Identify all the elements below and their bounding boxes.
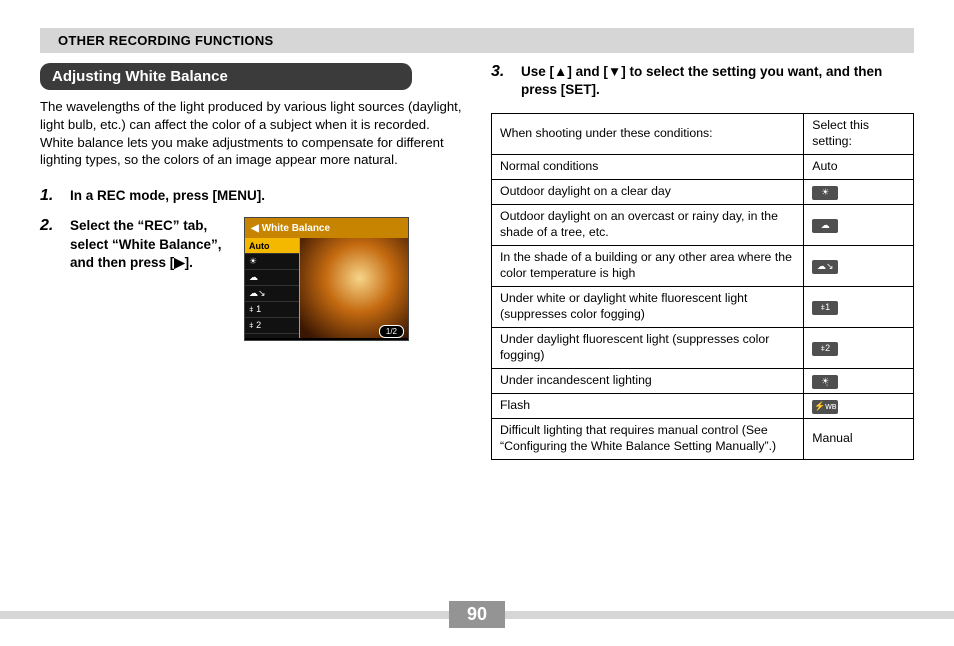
condition-cell: Difficult lighting that requires manual … xyxy=(492,419,804,460)
content-columns: Adjusting White Balance The wavelengths … xyxy=(40,63,914,460)
table-row: In the shade of a building or any other … xyxy=(492,246,914,287)
left-column: Adjusting White Balance The wavelengths … xyxy=(40,63,463,460)
table-header-row: When shooting under these conditions: Se… xyxy=(492,114,914,155)
step-number: 1. xyxy=(40,187,60,205)
left-arrow-icon: ◀ xyxy=(251,223,259,234)
footer-line-right xyxy=(505,611,954,619)
intro-paragraph: The wavelengths of the light produced by… xyxy=(40,98,463,169)
screenshot-title: White Balance xyxy=(262,223,330,234)
wb-option: ⧧ 1 xyxy=(245,302,299,318)
manual-page: OTHER RECORDING FUNCTIONS Adjusting Whit… xyxy=(0,0,954,646)
section-header: OTHER RECORDING FUNCTIONS xyxy=(40,28,914,53)
step-text: Select the “REC” tab, select “White Bala… xyxy=(70,217,230,272)
table-row: Outdoor daylight on a clear day ☀ xyxy=(492,180,914,205)
table-row: Normal conditionsAuto xyxy=(492,155,914,180)
screenshot-title-bar: ◀ White Balance xyxy=(245,218,408,238)
right-column: 3. Use [▲] and [▼] to select the setting… xyxy=(491,63,914,460)
setting-cell: ☀̣ xyxy=(804,369,914,394)
setting-cell: ⚡ᴡʙ xyxy=(804,394,914,419)
topic-title: Adjusting White Balance xyxy=(40,63,412,90)
step-list: 1. In a REC mode, press [MENU]. 2. Selec… xyxy=(40,187,463,341)
condition-cell: In the shade of a building or any other … xyxy=(492,246,804,287)
setting-icon: ☁↘ xyxy=(812,260,838,274)
step-1: 1. In a REC mode, press [MENU]. xyxy=(40,187,463,205)
condition-cell: Outdoor daylight on an overcast or rainy… xyxy=(492,205,804,246)
page-footer: 90 xyxy=(0,601,954,628)
wb-option: ⧧ 2 xyxy=(245,318,299,334)
wb-option: ☀ xyxy=(245,254,299,270)
table-row: Difficult lighting that requires manual … xyxy=(492,419,914,460)
step-number: 2. xyxy=(40,217,60,341)
setting-icon: ⚡ᴡʙ xyxy=(812,400,838,414)
table-header-setting: Select this setting: xyxy=(804,114,914,155)
condition-cell: Under daylight fluorescent light (suppre… xyxy=(492,328,804,369)
step-text: In a REC mode, press [MENU]. xyxy=(70,187,463,205)
setting-cell: Manual xyxy=(804,419,914,460)
condition-cell: Outdoor daylight on a clear day xyxy=(492,180,804,205)
setting-icon: ⧧2 xyxy=(812,342,838,356)
setting-cell: ⧧2 xyxy=(804,328,914,369)
camera-screenshot: ◀ White Balance Auto ☀ ☁ ☁↘ ⧧ 1 xyxy=(244,217,409,341)
table-row: Under white or daylight white fluorescen… xyxy=(492,287,914,328)
wb-menu: Auto ☀ ☁ ☁↘ ⧧ 1 ⧧ 2 xyxy=(245,238,300,338)
setting-cell: ☁ xyxy=(804,205,914,246)
wb-settings-table-wrap: When shooting under these conditions: Se… xyxy=(491,113,914,460)
page-indicator: 1/2 xyxy=(379,325,404,338)
setting-cell: ⧧1 xyxy=(804,287,914,328)
condition-cell: Under white or daylight white fluorescen… xyxy=(492,287,804,328)
step-2: 2. Select the “REC” tab, select “White B… xyxy=(40,217,463,341)
footer-line-left xyxy=(0,611,449,619)
wb-settings-table: When shooting under these conditions: Se… xyxy=(491,113,914,460)
table-row: Under daylight fluorescent light (suppre… xyxy=(492,328,914,369)
step-3: 3. Use [▲] and [▼] to select the setting… xyxy=(491,63,914,99)
table-header-condition: When shooting under these conditions: xyxy=(492,114,804,155)
setting-icon: ☁ xyxy=(812,219,838,233)
setting-icon: ☀̣ xyxy=(812,375,838,389)
setting-cell: ☀ xyxy=(804,180,914,205)
setting-cell: Auto xyxy=(804,155,914,180)
wb-option: ☁↘ xyxy=(245,286,299,302)
wb-option: ☁ xyxy=(245,270,299,286)
table-row: Flash ⚡ᴡʙ xyxy=(492,394,914,419)
table-row: Under incandescent lighting ☀̣ xyxy=(492,369,914,394)
condition-cell: Under incandescent lighting xyxy=(492,369,804,394)
table-row: Outdoor daylight on an overcast or rainy… xyxy=(492,205,914,246)
setting-icon: ☀ xyxy=(812,186,838,200)
wb-option-auto: Auto xyxy=(245,238,299,254)
setting-icon: ⧧1 xyxy=(812,301,838,315)
setting-cell: ☁↘ xyxy=(804,246,914,287)
step-number: 3. xyxy=(491,63,511,99)
preview-photo xyxy=(300,238,408,338)
page-number: 90 xyxy=(449,601,505,628)
step-text: Use [▲] and [▼] to select the setting yo… xyxy=(521,63,914,99)
condition-cell: Normal conditions xyxy=(492,155,804,180)
condition-cell: Flash xyxy=(492,394,804,419)
